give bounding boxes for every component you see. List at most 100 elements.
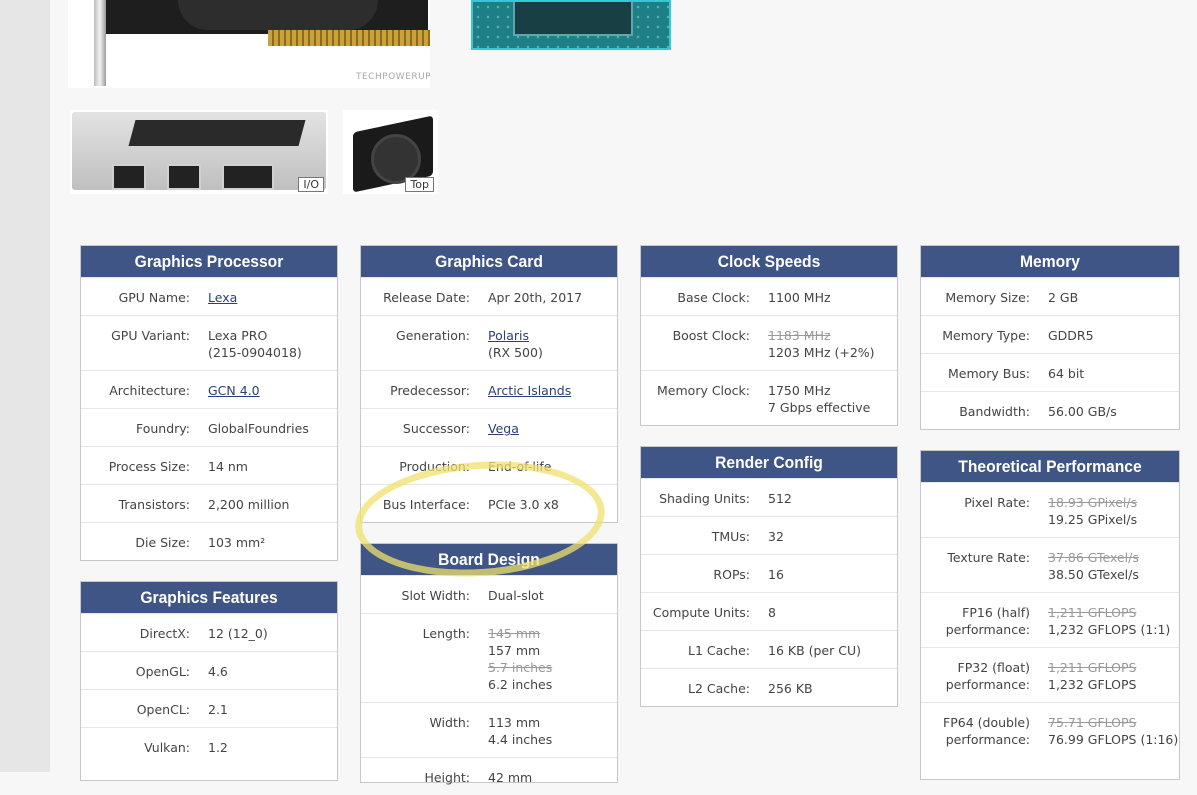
spec-value-old: 1,211 GFLOPS — [1048, 605, 1137, 620]
spec-value-old: 1,211 GFLOPS — [1048, 660, 1137, 675]
spec-row: Architecture: GCN 4.0 — [81, 370, 337, 408]
spec-label: Predecessor: — [390, 383, 470, 398]
spec-label: Successor: — [402, 421, 470, 436]
left-rail — [0, 0, 50, 772]
section-title: Memory — [931, 246, 1169, 277]
spec-value: 2.1 — [208, 702, 228, 717]
successor-link[interactable]: Vega — [488, 421, 519, 436]
thumbnail-label: Top — [405, 177, 434, 192]
spec-label: Compute Units: — [652, 605, 750, 620]
spec-value: 8 — [768, 605, 776, 620]
spec-value: 16 KB (per CU) — [768, 643, 861, 658]
spec-row: Release Date: Apr 20th, 2017 — [361, 277, 617, 315]
spec-value: 157 mm — [488, 643, 541, 658]
spec-value: 1100 MHz — [768, 290, 831, 305]
section-graphics-processor: Graphics Processor GPU Name: Lexa GPU Var… — [80, 245, 338, 561]
spec-row: Memory Type: GDDR5 — [921, 315, 1179, 353]
spec-row: Generation: Polaris (RX 500) — [361, 315, 617, 370]
die-core — [513, 2, 633, 36]
architecture-link[interactable]: GCN 4.0 — [208, 383, 260, 398]
spec-row: Bus Interface: PCIe 3.0 x8 — [361, 484, 617, 522]
gpu-die-photo[interactable] — [471, 0, 671, 50]
spec-label: Foundry: — [135, 421, 190, 436]
spec-label: Shading Units: — [659, 491, 750, 506]
spec-value: (RX 500) — [488, 345, 543, 360]
section-title: Graphics Features — [91, 582, 327, 613]
spec-label: Height: — [424, 770, 470, 785]
spec-value: 1750 MHz — [768, 383, 831, 398]
spec-value: 1.2 — [208, 740, 228, 755]
spec-value: 56.00 GB/s — [1048, 404, 1117, 419]
spec-row: Successor: Vega — [361, 408, 617, 446]
spec-row: Height: 42 mm — [361, 757, 617, 795]
spec-label: L2 Cache: — [688, 681, 750, 696]
spec-value-old: 145 mm — [488, 626, 541, 641]
section-render-config: Render Config Shading Units: 512 TMUs: 32 … — [640, 446, 898, 707]
spec-row: Production: End-of-life — [361, 446, 617, 484]
card-fan — [178, 0, 378, 30]
spec-row: ROPs: 16 — [641, 554, 897, 592]
spec-row: Predecessor: Arctic Islands — [361, 370, 617, 408]
spec-value: 512 — [768, 491, 792, 506]
spec-value: 4.6 — [208, 664, 228, 679]
spec-value: Dual-slot — [488, 588, 544, 603]
spec-label: Transistors: — [118, 497, 190, 512]
spec-value: 76.99 GFLOPS (1:16) — [1048, 732, 1179, 747]
spec-row: DirectX: 12 (12_0) — [81, 613, 337, 651]
spec-row: Memory Bus: 64 bit — [921, 353, 1179, 391]
spec-label: Texture Rate: — [947, 550, 1030, 565]
spec-label: Length: — [422, 626, 470, 641]
spec-row: Boost Clock: 1183 MHz 1203 MHz (+2%) — [641, 315, 897, 370]
watermark-text: TECHPOWERUP — [356, 72, 430, 82]
spec-row: Bandwidth: 56.00 GB/s — [921, 391, 1179, 429]
spec-label: Bus Interface: — [382, 497, 470, 512]
generation-link[interactable]: Polaris — [488, 328, 529, 343]
section-graphics-card: Graphics Card Release Date: Apr 20th, 201… — [360, 245, 618, 523]
spec-label: Vulkan: — [144, 740, 190, 755]
thumbnail-label: I/O — [298, 177, 324, 192]
section-title: Theoretical Performance — [931, 451, 1169, 482]
spec-row: Memory Size: 2 GB — [921, 277, 1179, 315]
spec-label: FP64 (double) — [943, 715, 1030, 730]
spec-row: Base Clock: 1100 MHz — [641, 277, 897, 315]
spec-value-old: 18.93 GPixel/s — [1048, 495, 1138, 510]
spec-value: 6.2 inches — [488, 677, 553, 692]
spec-label: Memory Size: — [945, 290, 1030, 305]
spec-row: L1 Cache: 16 KB (per CU) — [641, 630, 897, 668]
spec-value: 64 bit — [1048, 366, 1085, 381]
spec-row: FP64 (double) performance: 75.71 GFLOPS 76.… — [921, 702, 1179, 757]
spec-label: Production: — [399, 459, 470, 474]
spec-row: L2 Cache: 256 KB — [641, 668, 897, 706]
spec-label: Release Date: — [383, 290, 470, 305]
spec-row: Pixel Rate: 18.93 GPixel/s 19.25 GPixel/s — [921, 482, 1179, 537]
spec-row: Foundry: GlobalFoundries — [81, 408, 337, 446]
spec-value: 1,232 GFLOPS — [1048, 677, 1137, 692]
spec-value: 2 GB — [1048, 290, 1079, 305]
spec-label: L1 Cache: — [688, 643, 750, 658]
spec-label: Memory Bus: — [947, 366, 1030, 381]
spec-row: Compute Units: 8 — [641, 592, 897, 630]
spec-row: OpenGL: 4.6 — [81, 651, 337, 689]
section-title: Render Config — [651, 447, 887, 478]
section-title: Graphics Processor — [91, 246, 327, 277]
predecessor-link[interactable]: Arctic Islands — [488, 383, 571, 398]
gpu-card-photo[interactable]: TECHPOWERUP — [68, 0, 430, 88]
spec-row: FP16 (half) performance: 1,211 GFLOPS 1,232… — [921, 592, 1179, 647]
spec-row: Shading Units: 512 — [641, 478, 897, 516]
spec-row: Process Size: 14 nm — [81, 446, 337, 484]
thumbnail-io[interactable]: I/O — [70, 110, 328, 194]
spec-row: GPU Variant: Lexa PRO (215-0904018) — [81, 315, 337, 370]
spec-label: performance: — [945, 677, 1030, 692]
spec-row: TMUs: 32 — [641, 516, 897, 554]
spec-label: performance: — [945, 732, 1030, 747]
spec-label: Memory Clock: — [657, 383, 750, 398]
spec-label: Architecture: — [109, 383, 190, 398]
spec-label: Memory Type: — [942, 328, 1030, 343]
spec-row: Die Size: 103 mm² — [81, 522, 337, 560]
thumbnail-top[interactable]: Top — [343, 110, 438, 194]
spec-label: Base Clock: — [677, 290, 750, 305]
gpu-name-link[interactable]: Lexa — [208, 290, 237, 305]
spec-value: (215-0904018) — [208, 345, 302, 360]
spec-label: Process Size: — [108, 459, 190, 474]
spec-label: Die Size: — [135, 535, 190, 550]
